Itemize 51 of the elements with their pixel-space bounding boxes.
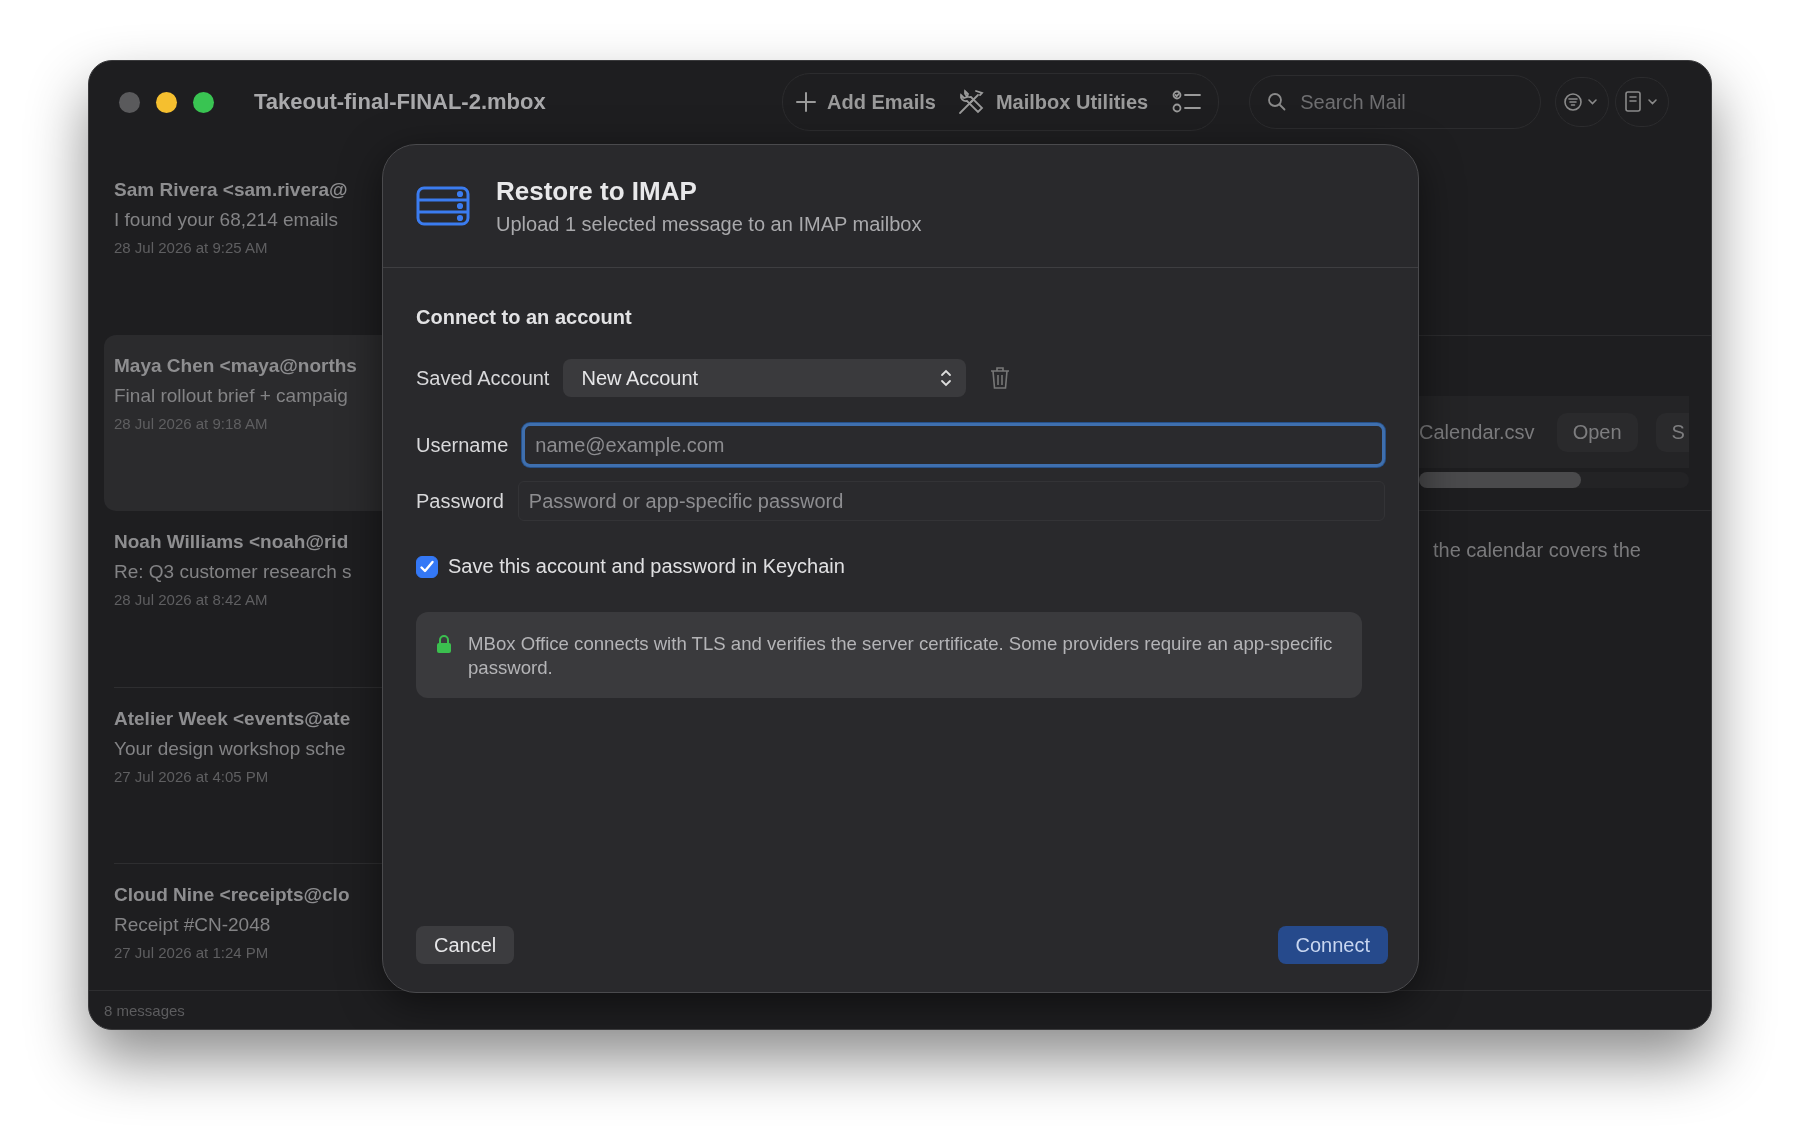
message-subject: Receipt #CN-2048 [114,914,272,936]
zoom-button[interactable] [193,91,214,113]
info-text: MBox Office connects with TLS and verifies the server certificate. Some providers require an app-specific password. [468,632,1334,681]
attachment-name: Calendar.csv [1419,420,1535,444]
search-icon [1267,92,1288,112]
input-field[interactable]: name@example.com [522,423,1385,467]
message-date: 27 Jul 2026 at 1:24 PM [114,944,270,961]
dialog-subtitle: Upload 1 selected message to an IMAP mailbox [496,213,922,236]
message-sender: Maya Chen <maya@norths [114,355,358,377]
message-subject: I found your 68,214 emails [114,209,339,231]
cancel-button[interactable]: Cancel [416,926,515,964]
message-date: 28 Jul 2026 at 9:25 AM [114,239,269,256]
checklist-icon[interactable] [1172,89,1203,115]
message-subject: Re: Q3 customer research s [114,561,353,583]
add-emails-button[interactable]: Add Emails [795,90,936,114]
dialog-title: Restore to IMAP [496,176,698,207]
message-date: 27 Jul 2026 at 4:05 PM [114,768,270,785]
plus-icon [795,91,817,113]
account-select[interactable]: New Account [563,359,967,397]
search-field[interactable]: Search Mail [1249,75,1542,129]
field-label: Saved Account [416,366,550,390]
message-sender: Cloud Nine <receipts@clo [114,884,351,906]
message-body-text: the calendar covers the [1433,539,1642,562]
close-button[interactable] [119,91,140,113]
updown-chevron-icon [940,369,953,387]
checkbox-label: Save this account and password in Keychain [448,555,845,578]
message-row[interactable]: Sam Rivera <sam.rivera@ I found your 68,214 emails 28 Jul 2026 at 9:25 AM [89,159,382,335]
message-subject: Your design workshop sche [114,738,347,760]
message-sender: Sam Rivera <sam.rivera@ [114,179,349,201]
filter-menu-button[interactable] [1555,77,1610,127]
document-menu-button[interactable] [1615,77,1670,127]
attachment-button[interactable]: Open [1556,412,1638,452]
message-sender: Atelier Week <events@ate [114,708,352,730]
message-count: 8 messages [104,1001,185,1019]
minimize-button[interactable] [156,91,177,113]
server-icon [416,186,470,226]
message-sender: Noah Williams <noah@rid [114,531,350,553]
trash-icon[interactable] [990,366,1011,390]
mailbox-utilities-button[interactable]: Mailbox Utilities [955,87,1149,117]
attachment-button[interactable]: S [1655,412,1689,452]
checkbox[interactable] [416,555,438,578]
lock-icon [436,634,452,654]
window-title: Takeout-final-FINAL-2.mbox [254,89,547,115]
message-row[interactable]: Noah Williams <noah@rid Re: Q3 customer research s 28 Jul 2026 at 8:42 AM [89,511,382,687]
field-label: Username [416,433,509,457]
field-label: Password [416,489,504,513]
message-date: 28 Jul 2026 at 8:42 AM [114,591,269,608]
message-subject: Final rollout brief + campaig [114,385,349,407]
input-field[interactable]: Password or app-specific password [517,481,1385,521]
section-heading: Connect to an account [416,306,633,329]
connect-button[interactable]: Connect [1277,926,1388,964]
